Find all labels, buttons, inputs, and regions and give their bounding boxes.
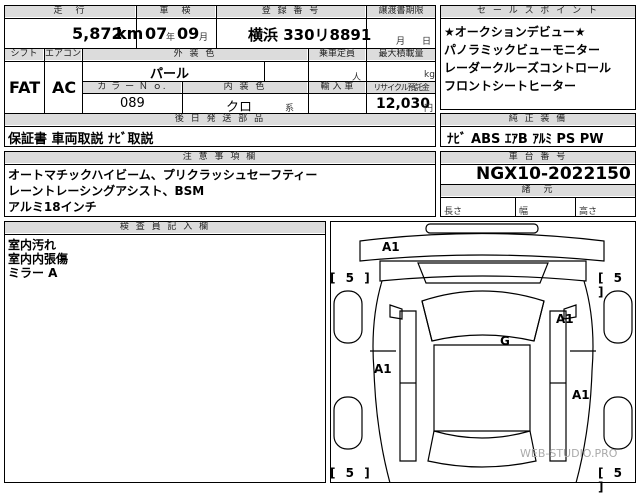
shipping-parts-header: 後 日 発 送 部 品 xyxy=(5,114,435,125)
import-header: 輸 入 車 xyxy=(309,82,365,93)
recycle-header: リサイクル預託金 xyxy=(367,82,435,93)
transfer-header: 譲渡書期限 xyxy=(367,6,435,17)
inspector-note-3: ミラー A xyxy=(8,266,58,280)
aircon-value: AC xyxy=(52,78,77,97)
tire-front-right: [ 5 ] xyxy=(598,271,626,299)
inspection-month-unit: 月 xyxy=(199,33,209,43)
tire-rear-right: [ 5 ] xyxy=(598,466,626,494)
chassis-header: 車 台 番 号 xyxy=(441,152,635,163)
note-line-1: オートマチックハイビーム、プリクラッシュセーフティー xyxy=(8,168,318,182)
aircon-header: エアコン xyxy=(45,49,82,60)
car-diagram xyxy=(333,223,633,483)
inspection-year-unit: 年 xyxy=(166,33,176,43)
notes-header: 注 意 事 項 欄 xyxy=(5,152,435,163)
exterior-header: 外 装 色 xyxy=(83,49,307,60)
sales-point-4: フロントシートヒーター xyxy=(444,79,577,93)
damage-a1-right-low: A1 xyxy=(572,388,590,402)
shift-value: FAT xyxy=(9,78,41,97)
sales-points-header: セ ー ル ス ポ イ ン ト xyxy=(441,6,635,17)
max-load-header: 最大積載量 xyxy=(367,49,435,60)
inspection-header: 車 検 xyxy=(137,6,215,17)
note-line-2: レーントレーシングアシスト、BSM xyxy=(8,184,205,198)
transfer-month-unit: 月 xyxy=(396,37,406,47)
width-label: 幅 xyxy=(519,207,529,217)
note-line-3: アルミ18インチ xyxy=(8,200,97,214)
capacity-header: 乗車定員 xyxy=(309,49,365,60)
color-no-header: カ ラ ー Ｎ ｏ. xyxy=(83,82,181,93)
max-load-unit: kg xyxy=(424,70,435,80)
equipment-value: ﾅﾋﾞ ABS ｴｱB ｱﾙﾐ PS PW xyxy=(447,132,604,147)
tire-rear-left: [ 5 ] xyxy=(330,466,373,480)
inspection-year: 07 xyxy=(145,24,168,43)
exterior-color-value: パール xyxy=(150,67,190,82)
damage-g-roof: G xyxy=(500,334,510,348)
registration-value: 横浜 330リ8891 xyxy=(248,26,372,44)
equipment-header: 純 正 装 備 xyxy=(441,114,635,125)
dimensions-header: 諸 元 xyxy=(441,185,635,196)
interior-header: 内 装 色 xyxy=(183,82,307,93)
watermark: WEB-STUDIO.PRO xyxy=(520,447,618,460)
sales-point-2: パノラミックビューモニター xyxy=(444,43,601,57)
damage-a1-left: A1 xyxy=(374,362,392,376)
recycle-value: 12,030 xyxy=(376,96,431,112)
shift-header: シフト xyxy=(5,49,43,60)
chassis-number: NGX10-2022150 xyxy=(476,164,631,184)
height-label: 高さ xyxy=(579,207,598,217)
tire-front-left: [ 5 ] xyxy=(330,271,373,285)
mileage-header: 走 行 xyxy=(5,6,135,17)
inspector-header: 検 査 員 記 入 欄 xyxy=(5,222,325,233)
shipping-parts-value: 保証書 車両取説 ﾅﾋﾞ取説 xyxy=(8,132,154,147)
damage-a1-front: A1 xyxy=(382,240,400,254)
registration-header: 登 録 番 号 xyxy=(217,6,365,17)
color-no-value: 089 xyxy=(120,96,145,111)
sales-point-3: レーダークルーズコントロール xyxy=(444,61,612,75)
damage-a1-right-mid: A1 xyxy=(556,312,574,326)
transfer-day-unit: 日 xyxy=(422,37,432,47)
mileage-unit: km xyxy=(116,24,144,43)
sales-point-1: ★オークションデビュー★ xyxy=(444,25,586,39)
length-label: 長さ xyxy=(444,207,463,217)
inspection-month: 09 xyxy=(177,24,200,43)
